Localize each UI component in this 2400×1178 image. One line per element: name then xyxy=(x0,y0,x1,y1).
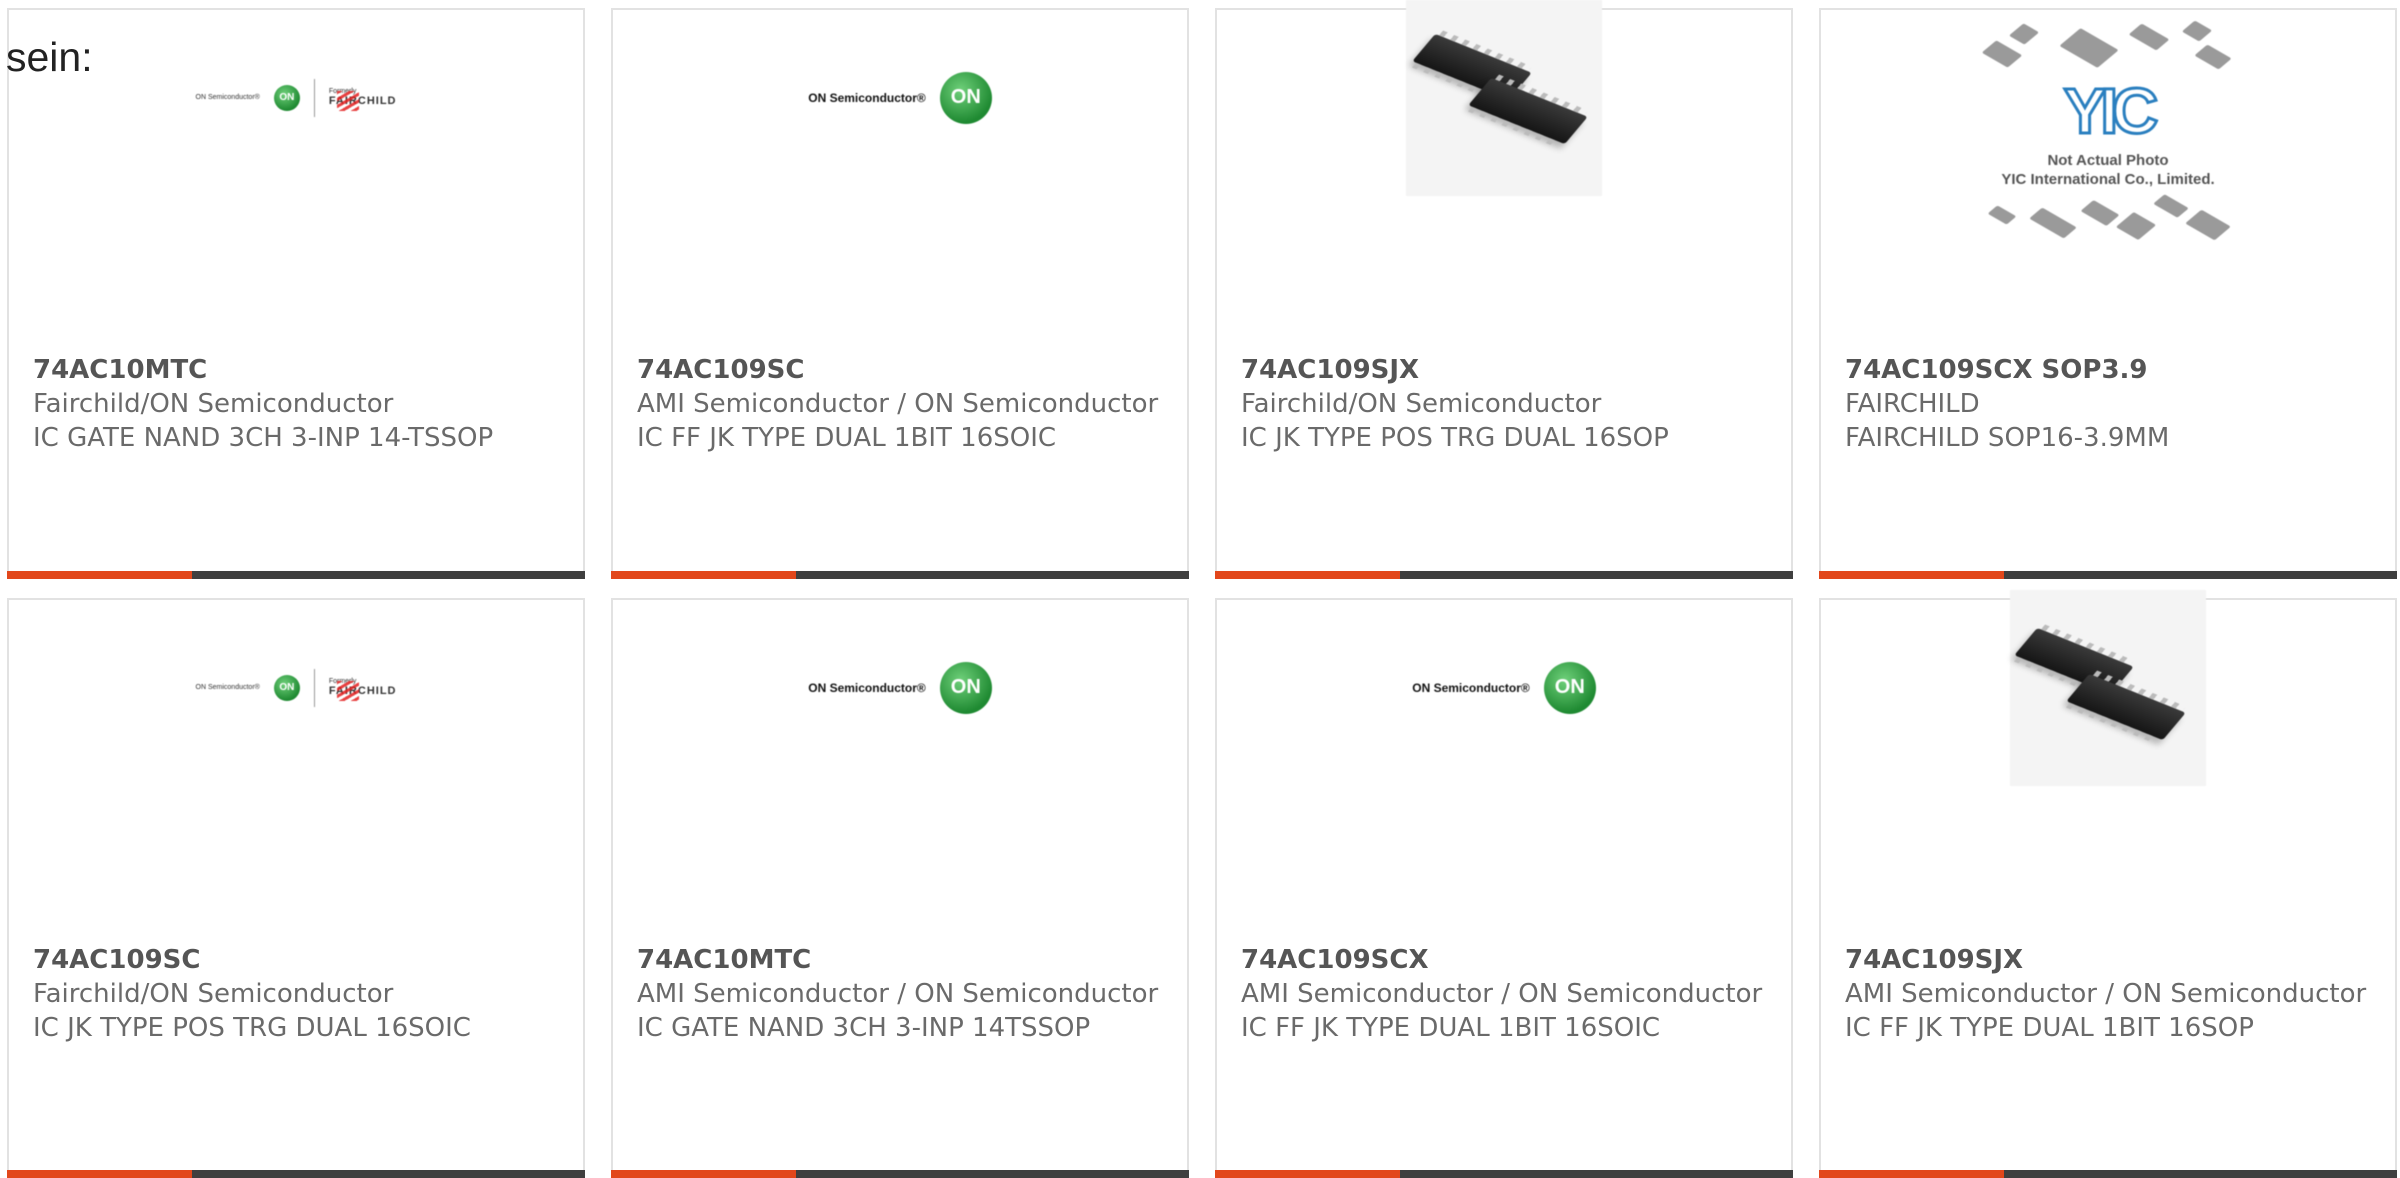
package-icon xyxy=(2059,27,2119,68)
product-info: 74AC10MTC AMI Semiconductor / ON Semicon… xyxy=(637,943,1163,1045)
card-accent-bar xyxy=(7,571,585,579)
description: FAIRCHILD SOP16-3.9MM xyxy=(1845,423,2170,453)
manufacturer: Fairchild/ON Semiconductor xyxy=(33,389,394,419)
on-badge-icon: ON xyxy=(273,674,300,701)
description: IC JK TYPE POS TRG DUAL 16SOP xyxy=(1241,423,1669,453)
card-accent-bar xyxy=(1819,571,2397,579)
fairchild-logo: Formerly FAIRCHILD xyxy=(328,88,397,111)
product-info: 74AC109SJX AMI Semiconductor / ON Semico… xyxy=(1845,943,2371,1045)
part-number[interactable]: 74AC109SJX xyxy=(1845,943,2371,977)
card-accent-bar xyxy=(1215,571,1793,579)
product-image xyxy=(1821,589,2395,945)
package-icon xyxy=(2153,193,2189,218)
part-number[interactable]: 74AC109SC xyxy=(637,353,1163,387)
product-image: ON Semiconductor® ON Formerly FAIRCHILD xyxy=(9,10,583,355)
package-icon xyxy=(2115,211,2157,240)
product-card[interactable]: ON Semiconductor® ON 74AC109SC AMI Semic… xyxy=(611,8,1189,579)
product-image: YIC Not Actual Photo YIC International C… xyxy=(1821,10,2395,355)
description: IC FF JK TYPE DUAL 1BIT 16SOIC xyxy=(637,423,1057,453)
logo-divider xyxy=(313,668,315,707)
product-info: 74AC10MTC Fairchild/ON Semiconductor IC … xyxy=(33,353,559,455)
card-accent-bar xyxy=(611,571,1189,579)
soic-chip-photo xyxy=(1406,0,1602,196)
product-card[interactable]: ON Semiconductor® ON 74AC109SCX AMI Semi… xyxy=(1215,598,1793,1178)
on-badge-icon: ON xyxy=(939,71,992,124)
package-icon xyxy=(2008,22,2040,45)
product-image: ON Semiconductor® ON Formerly FAIRCHILD xyxy=(9,600,583,945)
package-icon xyxy=(2029,207,2077,238)
on-badge-icon: ON xyxy=(273,84,300,111)
product-info: 74AC109SCX SOP3.9 FAIRCHILD FAIRCHILD SO… xyxy=(1845,353,2371,455)
package-icon xyxy=(2080,199,2120,226)
package-icon xyxy=(2185,209,2231,240)
product-info: 74AC109SJX Fairchild/ON Semiconductor IC… xyxy=(1241,353,1767,455)
product-info: 74AC109SC AMI Semiconductor / ON Semicon… xyxy=(637,353,1163,455)
description: IC GATE NAND 3CH 3-INP 14TSSOP xyxy=(637,1013,1091,1043)
on-semiconductor-wordmark: ON Semiconductor® xyxy=(195,94,260,101)
part-number[interactable]: 74AC109SC xyxy=(33,943,559,977)
on-fairchild-logo: ON Semiconductor® ON Formerly FAIRCHILD xyxy=(195,78,397,117)
description: IC FF JK TYPE DUAL 1BIT 16SOP xyxy=(1845,1013,2254,1043)
description: IC GATE NAND 3CH 3-INP 14-TSSOP xyxy=(33,423,494,453)
logo-divider xyxy=(313,78,315,117)
product-card[interactable]: YIC Not Actual Photo YIC International C… xyxy=(1819,8,2397,579)
part-number[interactable]: 74AC109SCX xyxy=(1241,943,1767,977)
on-badge-icon: ON xyxy=(939,661,992,714)
part-number[interactable]: 74AC10MTC xyxy=(33,353,559,387)
on-semiconductor-logo: ON Semiconductor® ON xyxy=(808,661,992,714)
card-accent-bar xyxy=(611,1170,1189,1178)
description: IC FF JK TYPE DUAL 1BIT 16SOIC xyxy=(1241,1013,1661,1043)
description: IC JK TYPE POS TRG DUAL 16SOIC xyxy=(33,1013,471,1043)
product-info: 74AC109SC Fairchild/ON Semiconductor IC … xyxy=(33,943,559,1045)
on-semiconductor-wordmark: ON Semiconductor® xyxy=(808,680,926,695)
chip-icon xyxy=(1468,77,1588,144)
card-accent-bar xyxy=(7,1170,585,1178)
product-image: ON Semiconductor® ON xyxy=(613,600,1187,945)
package-icon xyxy=(1987,204,2017,225)
manufacturer: Fairchild/ON Semiconductor xyxy=(33,979,394,1009)
card-accent-bar xyxy=(1819,1170,2397,1178)
product-card[interactable]: 74AC109SJX Fairchild/ON Semiconductor IC… xyxy=(1215,0,1793,579)
on-semiconductor-wordmark: ON Semiconductor® xyxy=(195,684,260,691)
yic-logo: YIC xyxy=(2062,74,2160,147)
part-number[interactable]: 74AC10MTC xyxy=(637,943,1163,977)
manufacturer: AMI Semiconductor / ON Semiconductor xyxy=(1241,979,1763,1009)
card-accent-bar xyxy=(1215,1170,1793,1178)
soic-chip-photo xyxy=(2010,589,2206,786)
part-number[interactable]: 74AC109SJX xyxy=(1241,353,1767,387)
package-icon xyxy=(2128,23,2170,50)
manufacturer: AMI Semiconductor / ON Semiconductor xyxy=(637,389,1159,419)
product-image xyxy=(1217,0,1791,355)
package-icon xyxy=(2194,44,2232,69)
on-fairchild-logo: ON Semiconductor® ON Formerly FAIRCHILD xyxy=(195,668,397,707)
product-info: 74AC109SCX AMI Semiconductor / ON Semico… xyxy=(1241,943,1767,1045)
on-semiconductor-logo: ON Semiconductor® ON xyxy=(1412,661,1596,714)
product-image: ON Semiconductor® ON xyxy=(1217,600,1791,945)
manufacturer: Fairchild/ON Semiconductor xyxy=(1241,389,1602,419)
yic-placeholder-image: YIC Not Actual Photo YIC International C… xyxy=(1973,15,2243,255)
product-card[interactable]: 74AC109SJX AMI Semiconductor / ON Semico… xyxy=(1819,589,2397,1178)
intro-text: sein: xyxy=(6,34,93,80)
manufacturer: AMI Semiconductor / ON Semiconductor xyxy=(637,979,1159,1009)
package-icon xyxy=(1981,39,2023,68)
fairchild-logo: Formerly FAIRCHILD xyxy=(328,678,397,701)
on-semiconductor-wordmark: ON Semiconductor® xyxy=(1412,680,1530,695)
on-semiconductor-logo: ON Semiconductor® ON xyxy=(808,71,992,124)
chip-icon xyxy=(2066,673,2186,740)
yic-caption: Not Actual Photo YIC International Co., … xyxy=(2001,151,2215,188)
product-card[interactable]: ON Semiconductor® ON Formerly FAIRCHILD … xyxy=(7,598,585,1178)
on-badge-icon: ON xyxy=(1543,661,1596,714)
manufacturer: FAIRCHILD xyxy=(1845,389,1980,419)
product-card[interactable]: ON Semiconductor® ON 74AC10MTC AMI Semic… xyxy=(611,598,1189,1178)
package-icon xyxy=(2181,20,2213,41)
product-image: ON Semiconductor® ON xyxy=(613,10,1187,355)
on-semiconductor-wordmark: ON Semiconductor® xyxy=(808,90,926,105)
part-number[interactable]: 74AC109SCX SOP3.9 xyxy=(1845,353,2371,387)
product-card[interactable]: ON Semiconductor® ON Formerly FAIRCHILD … xyxy=(7,8,585,579)
manufacturer: AMI Semiconductor / ON Semiconductor xyxy=(1845,979,2367,1009)
